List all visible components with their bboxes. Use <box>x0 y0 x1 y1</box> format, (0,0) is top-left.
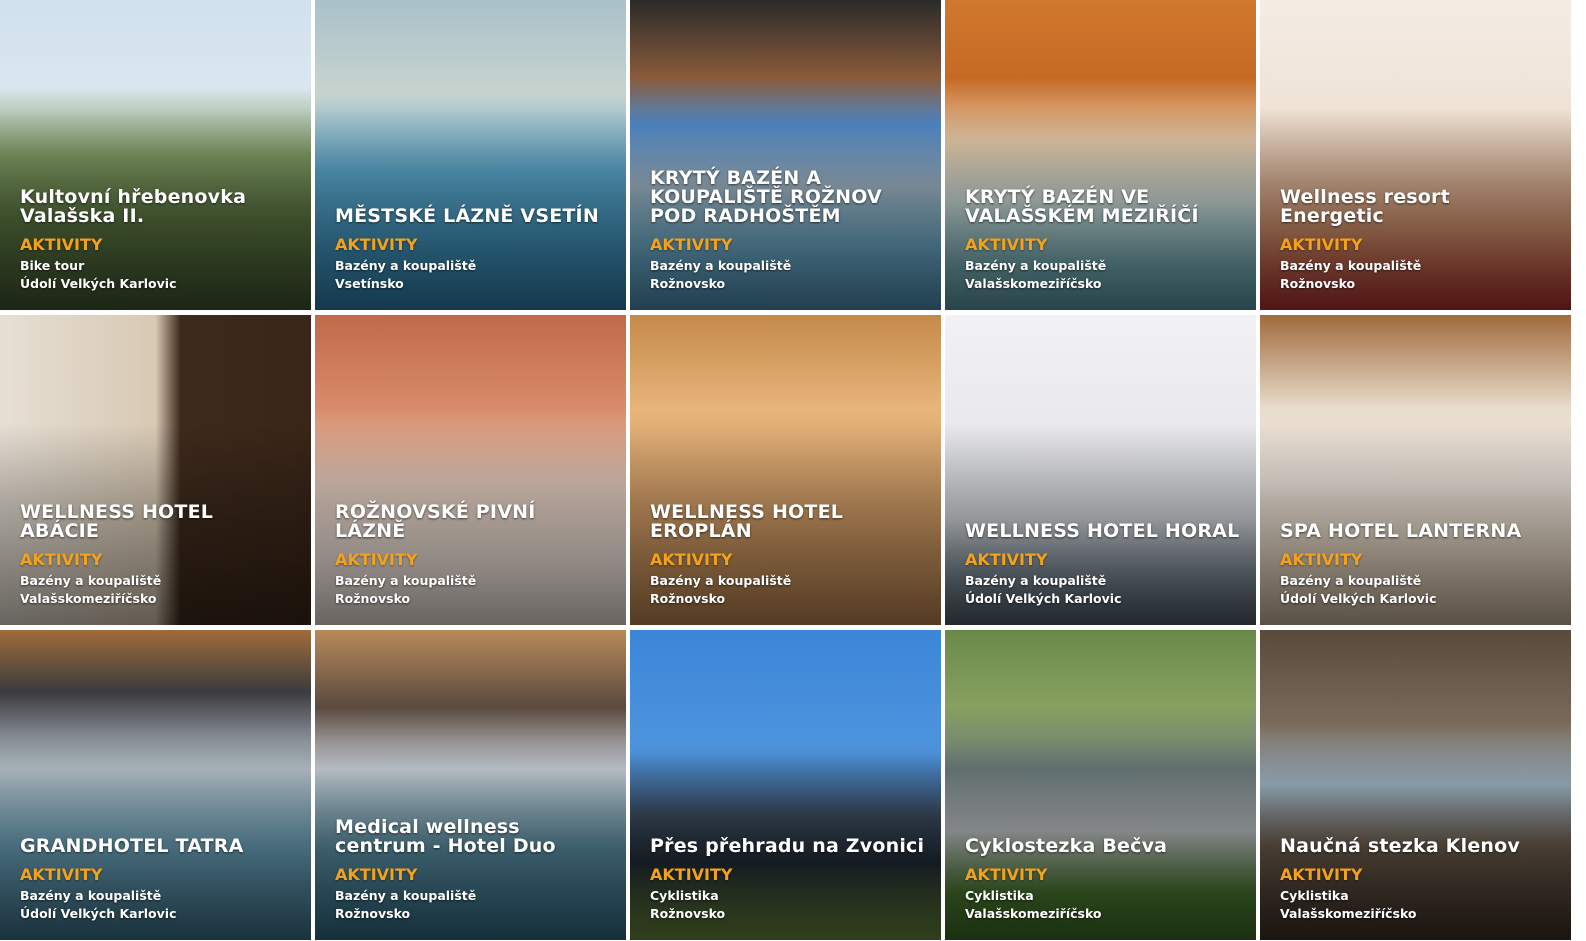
tile-category: AKTIVITY <box>650 550 733 569</box>
tile-region: Rožnovsko <box>650 591 726 606</box>
tile-title: WELLNESS HOTEL EROPLÁN <box>650 501 844 542</box>
tile-category: AKTIVITY <box>965 550 1048 569</box>
tile-title: MĚSTSKÉ LÁZNĚ VSETÍN <box>335 205 599 227</box>
tile-type: Bazény a koupaliště <box>335 888 477 903</box>
tile-caption: Přes přehradu na Zvonici AKTIVITY Cyklis… <box>650 837 927 923</box>
tile-caption: Naučná stezka Klenov AKTIVITY Cyklistika… <box>1280 837 1557 923</box>
tile-title: KRYTÝ BAZÉN A KOUPALIŠTĚ ROŽNOV POD RADH… <box>650 167 882 227</box>
tile-category: AKTIVITY <box>650 235 733 254</box>
tile-title: Kultovní hřebenovka Valašska II. <box>20 186 247 227</box>
activity-tile[interactable]: SPA HOTEL LANTERNA AKTIVITY Bazény a kou… <box>1260 315 1571 625</box>
activity-tile[interactable]: MĚSTSKÉ LÁZNĚ VSETÍN AKTIVITY Bazény a k… <box>315 0 626 310</box>
tile-title: Cyklostezka Bečva <box>965 835 1168 857</box>
activity-tile[interactable]: WELLNESS HOTEL ABÁCIE AKTIVITY Bazény a … <box>0 315 311 625</box>
tile-type: Bazény a koupaliště <box>965 258 1107 273</box>
activity-tile[interactable]: Cyklostezka Bečva AKTIVITY Cyklistika Va… <box>945 630 1256 940</box>
tile-type: Cyklistika <box>650 888 719 903</box>
tile-region: Rožnovsko <box>650 906 726 921</box>
tile-title: WELLNESS HOTEL HORAL <box>965 520 1240 542</box>
activity-tile[interactable]: Wellness resort Energetic AKTIVITY Bazén… <box>1260 0 1571 310</box>
tile-caption: ROŽNOVSKÉ PIVNÍ LÁZNĚ AKTIVITY Bazény a … <box>335 503 612 608</box>
tile-title: Medical wellness centrum - Hotel Duo <box>335 816 556 857</box>
tile-title: Přes přehradu na Zvonici <box>650 835 925 857</box>
tile-caption: Kultovní hřebenovka Valašska II. AKTIVIT… <box>20 188 297 293</box>
tile-category: AKTIVITY <box>1280 865 1363 884</box>
activity-tile[interactable]: KRYTÝ BAZÉN VE VALAŠSKÉM MEZIŘÍČÍ AKTIVI… <box>945 0 1256 310</box>
tile-category: AKTIVITY <box>335 235 418 254</box>
activity-tile[interactable]: Medical wellness centrum - Hotel Duo AKT… <box>315 630 626 940</box>
tile-region: Valašskomeziříčsko <box>965 276 1102 291</box>
tile-region: Valašskomeziříčsko <box>1280 906 1417 921</box>
tile-type: Bazény a koupaliště <box>20 888 162 903</box>
tile-caption: WELLNESS HOTEL ABÁCIE AKTIVITY Bazény a … <box>20 503 297 608</box>
tile-type: Cyklistika <box>1280 888 1349 903</box>
tile-category: AKTIVITY <box>965 865 1048 884</box>
tile-type: Bazény a koupaliště <box>1280 573 1422 588</box>
tile-region: Valašskomeziříčsko <box>965 906 1102 921</box>
tile-region: Rožnovsko <box>335 906 411 921</box>
tile-caption: KRYTÝ BAZÉN VE VALAŠSKÉM MEZIŘÍČÍ AKTIVI… <box>965 188 1242 293</box>
tile-region: Údolí Velkých Karlovic <box>20 906 177 921</box>
tile-category: AKTIVITY <box>20 550 103 569</box>
tile-caption: Cyklostezka Bečva AKTIVITY Cyklistika Va… <box>965 837 1242 923</box>
activity-tile[interactable]: WELLNESS HOTEL HORAL AKTIVITY Bazény a k… <box>945 315 1256 625</box>
tile-category: AKTIVITY <box>1280 235 1363 254</box>
activity-tile-grid: Kultovní hřebenovka Valašska II. AKTIVIT… <box>0 0 1586 941</box>
tile-type: Bazény a koupaliště <box>335 258 477 273</box>
tile-caption: GRANDHOTEL TATRA AKTIVITY Bazény a koupa… <box>20 837 297 923</box>
tile-region: Údolí Velkých Karlovic <box>1280 591 1437 606</box>
tile-title: GRANDHOTEL TATRA <box>20 835 244 857</box>
tile-title: Wellness resort Energetic <box>1280 186 1450 227</box>
tile-region: Vsetínsko <box>335 276 404 291</box>
tile-caption: MĚSTSKÉ LÁZNĚ VSETÍN AKTIVITY Bazény a k… <box>335 207 612 293</box>
tile-caption: KRYTÝ BAZÉN A KOUPALIŠTĚ ROŽNOV POD RADH… <box>650 169 927 293</box>
tile-caption: WELLNESS HOTEL HORAL AKTIVITY Bazény a k… <box>965 522 1242 608</box>
tile-title: KRYTÝ BAZÉN VE VALAŠSKÉM MEZIŘÍČÍ <box>965 186 1199 227</box>
tile-caption: WELLNESS HOTEL EROPLÁN AKTIVITY Bazény a… <box>650 503 927 608</box>
tile-type: Bike tour <box>20 258 85 273</box>
activity-tile[interactable]: Přes přehradu na Zvonici AKTIVITY Cyklis… <box>630 630 941 940</box>
tile-category: AKTIVITY <box>335 865 418 884</box>
tile-caption: Medical wellness centrum - Hotel Duo AKT… <box>335 818 612 923</box>
tile-region: Rožnovsko <box>1280 276 1356 291</box>
activity-tile[interactable]: ROŽNOVSKÉ PIVNÍ LÁZNĚ AKTIVITY Bazény a … <box>315 315 626 625</box>
tile-title: WELLNESS HOTEL ABÁCIE <box>20 501 214 542</box>
activity-tile[interactable]: Kultovní hřebenovka Valašska II. AKTIVIT… <box>0 0 311 310</box>
tile-category: AKTIVITY <box>335 550 418 569</box>
tile-region: Rožnovsko <box>650 276 726 291</box>
tile-region: Rožnovsko <box>335 591 411 606</box>
tile-category: AKTIVITY <box>650 865 733 884</box>
activity-tile[interactable]: WELLNESS HOTEL EROPLÁN AKTIVITY Bazény a… <box>630 315 941 625</box>
tile-caption: SPA HOTEL LANTERNA AKTIVITY Bazény a kou… <box>1280 522 1557 608</box>
tile-type: Bazény a koupaliště <box>650 258 792 273</box>
activity-tile[interactable]: GRANDHOTEL TATRA AKTIVITY Bazény a koupa… <box>0 630 311 940</box>
activity-tile[interactable]: KRYTÝ BAZÉN A KOUPALIŠTĚ ROŽNOV POD RADH… <box>630 0 941 310</box>
tile-category: AKTIVITY <box>1280 550 1363 569</box>
tile-type: Bazény a koupaliště <box>20 573 162 588</box>
tile-type: Bazény a koupaliště <box>335 573 477 588</box>
tile-title: ROŽNOVSKÉ PIVNÍ LÁZNĚ <box>335 501 536 542</box>
tile-category: AKTIVITY <box>965 235 1048 254</box>
tile-category: AKTIVITY <box>20 865 103 884</box>
tile-caption: Wellness resort Energetic AKTIVITY Bazén… <box>1280 188 1557 293</box>
tile-title: Naučná stezka Klenov <box>1280 835 1520 857</box>
tile-region: Údolí Velkých Karlovic <box>20 276 177 291</box>
tile-type: Bazény a koupaliště <box>965 573 1107 588</box>
tile-region: Údolí Velkých Karlovic <box>965 591 1122 606</box>
tile-title: SPA HOTEL LANTERNA <box>1280 520 1522 542</box>
tile-region: Valašskomeziříčsko <box>20 591 157 606</box>
tile-category: AKTIVITY <box>20 235 103 254</box>
tile-type: Cyklistika <box>965 888 1034 903</box>
tile-type: Bazény a koupaliště <box>650 573 792 588</box>
tile-type: Bazény a koupaliště <box>1280 258 1422 273</box>
activity-tile[interactable]: Naučná stezka Klenov AKTIVITY Cyklistika… <box>1260 630 1571 940</box>
